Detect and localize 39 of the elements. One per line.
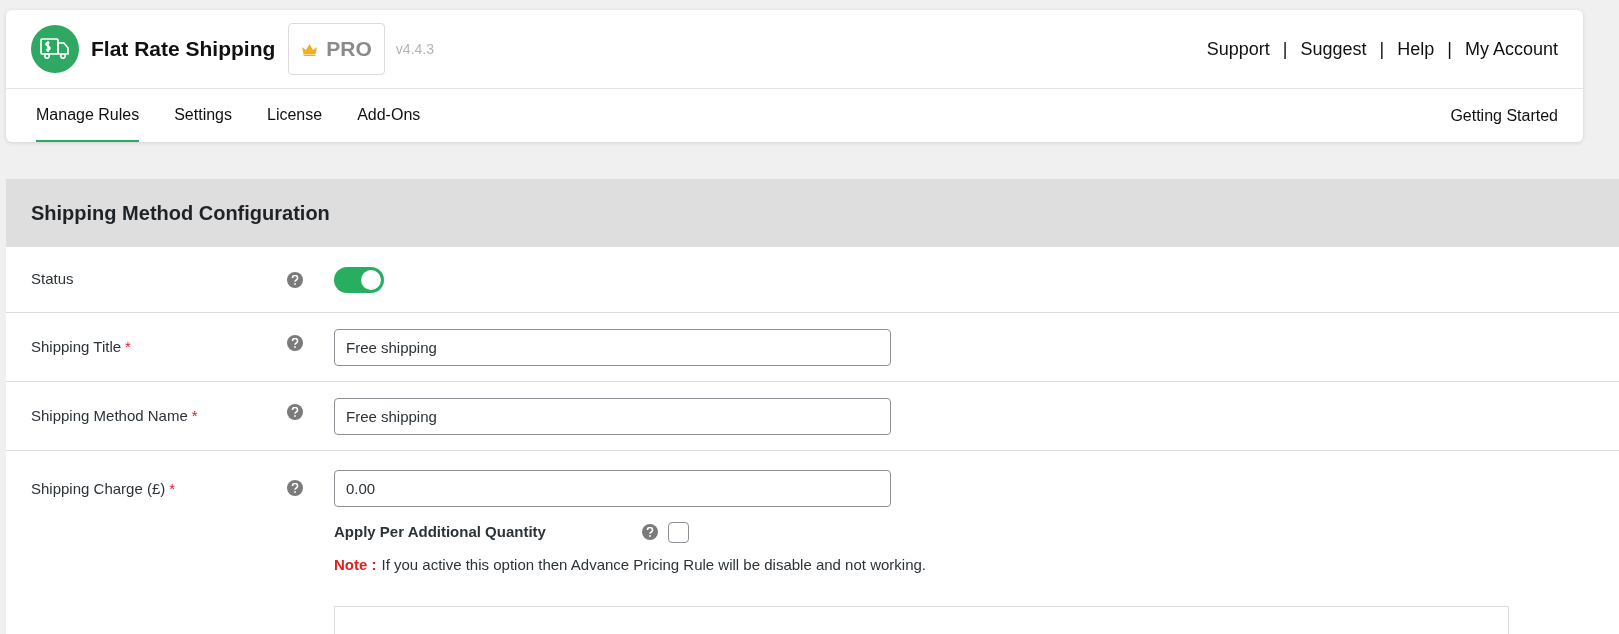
text-field[interactable]: Free shipping (334, 328, 891, 366)
text-field[interactable]: Free shipping (334, 397, 891, 435)
link-separator: | (1447, 37, 1452, 61)
required-mark: * (169, 479, 176, 499)
crown-icon (301, 42, 319, 56)
required-mark: * (125, 336, 131, 357)
charge-field[interactable]: 0.00 (334, 470, 891, 507)
app-title: Flat Rate Shipping (91, 36, 276, 63)
field-label: Shipping Method Name (31, 405, 188, 426)
pro-badge: PRO (288, 23, 385, 75)
help-icon[interactable] (287, 404, 303, 420)
note-text: If you active this option then Advance Pricing Rule will be disable and not working. (381, 554, 926, 575)
version-label: v4.4.3 (395, 39, 434, 59)
note-label: Note : (334, 554, 377, 575)
header-link[interactable]: My Account (1464, 35, 1558, 63)
help-icon[interactable] (287, 480, 303, 496)
nav-tab[interactable]: License (267, 89, 323, 142)
nav-tab[interactable]: Manage Rules (36, 89, 140, 142)
link-separator: | (1379, 37, 1385, 61)
help-icon[interactable] (287, 335, 303, 351)
logo-icon (31, 25, 79, 73)
field-label: Status (31, 269, 74, 290)
header-link[interactable]: Suggest (1300, 35, 1367, 63)
status-toggle[interactable] (334, 266, 384, 293)
getting-started-link[interactable]: Getting Started (1450, 103, 1558, 128)
quantity-checkbox[interactable] (668, 521, 689, 543)
nav-tab[interactable]: Settings (174, 89, 232, 142)
help-icon[interactable] (642, 524, 658, 541)
text-area-field[interactable] (334, 606, 1509, 634)
field-label: Shipping Charge (£) (31, 479, 166, 499)
field-label: Shipping Title (31, 336, 122, 357)
nav-tab[interactable]: Add-Ons (357, 89, 421, 142)
help-icon[interactable] (287, 271, 303, 288)
link-separator: | (1282, 37, 1288, 61)
required-mark: * (191, 405, 198, 426)
header-link[interactable]: Help (1397, 35, 1435, 63)
option-label: Apply Per Additional Quantity (334, 522, 547, 542)
header-link[interactable]: Support (1206, 35, 1270, 63)
section-title: Shipping Method Configuration (31, 201, 330, 226)
